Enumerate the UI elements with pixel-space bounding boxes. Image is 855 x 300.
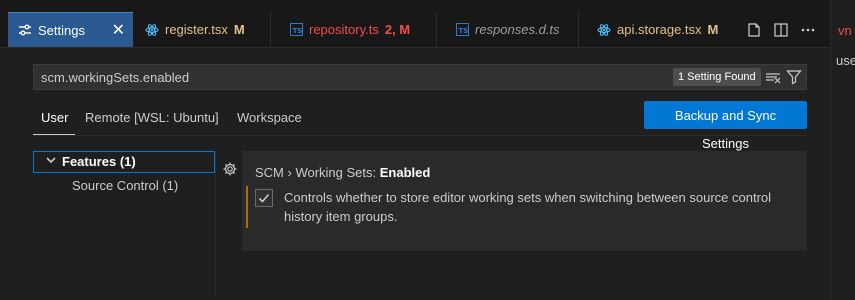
search-value: scm.workingSets.enabled <box>41 70 190 85</box>
tab-label: Settings <box>38 22 85 38</box>
react-icon <box>597 23 611 37</box>
modified-badge: M <box>233 22 245 37</box>
editor-tab-bar: Settings ✕ register.tsx M TS repository.… <box>0 0 855 48</box>
problems-badge: 2, M <box>384 22 411 37</box>
setting-checkbox[interactable] <box>255 189 273 207</box>
splitter[interactable] <box>215 151 216 296</box>
tab-label: register.tsx <box>165 22 228 37</box>
results-count-badge: 1 Setting Found <box>673 68 761 86</box>
divider <box>33 135 807 136</box>
side-panel-tab[interactable]: vn <box>838 23 852 38</box>
gear-icon[interactable] <box>222 161 238 177</box>
react-icon <box>145 23 159 37</box>
chevron-down-icon[interactable] <box>44 153 58 170</box>
typescript-icon: TS <box>290 23 303 36</box>
settings-search-input[interactable]: scm.workingSets.enabled 1 Setting Found <box>33 64 807 90</box>
toc-item-source-control[interactable]: Source Control (1) <box>72 178 178 193</box>
svg-text:TS: TS <box>293 27 303 35</box>
tab-label: responses.d.ts <box>475 22 560 37</box>
open-json-icon[interactable] <box>744 20 764 40</box>
setting-title: SCM › Working Sets: Enabled <box>255 165 431 180</box>
modified-indicator <box>246 186 248 228</box>
tab-settings[interactable]: Settings ✕ <box>8 12 133 47</box>
backup-sync-button[interactable]: Backup and Sync Settings <box>644 101 807 151</box>
tab-label: api.storage.tsx <box>617 22 702 37</box>
tab-register[interactable]: register.tsx M <box>145 12 245 47</box>
clear-filter-icon[interactable] <box>765 69 781 88</box>
tab-user[interactable]: User <box>41 110 68 125</box>
side-panel <box>830 0 855 300</box>
tab-label: repository.ts <box>309 22 379 37</box>
toc-features-label: Features (1) <box>62 154 136 169</box>
tab-api-storage[interactable]: api.storage.tsx M <box>597 12 718 47</box>
tab-responses[interactable]: TS responses.d.ts <box>456 12 560 47</box>
typescript-icon: TS <box>456 23 469 36</box>
filter-icon[interactable] <box>786 69 802 88</box>
split-editor-icon[interactable] <box>771 20 791 40</box>
tab-remote[interactable]: Remote [WSL: Ubuntu] <box>85 110 219 125</box>
close-icon[interactable]: ✕ <box>112 20 125 40</box>
more-icon[interactable] <box>798 20 818 40</box>
setting-description: Controls whether to store editor working… <box>284 190 772 224</box>
side-panel-text: use <box>836 53 855 68</box>
tab-repository[interactable]: TS repository.ts 2, M <box>290 12 410 47</box>
svg-text:TS: TS <box>459 27 469 35</box>
check-icon <box>258 193 270 203</box>
tab-workspace[interactable]: Workspace <box>237 110 302 125</box>
modified-badge: M <box>707 22 719 37</box>
settings-icon <box>18 23 32 37</box>
